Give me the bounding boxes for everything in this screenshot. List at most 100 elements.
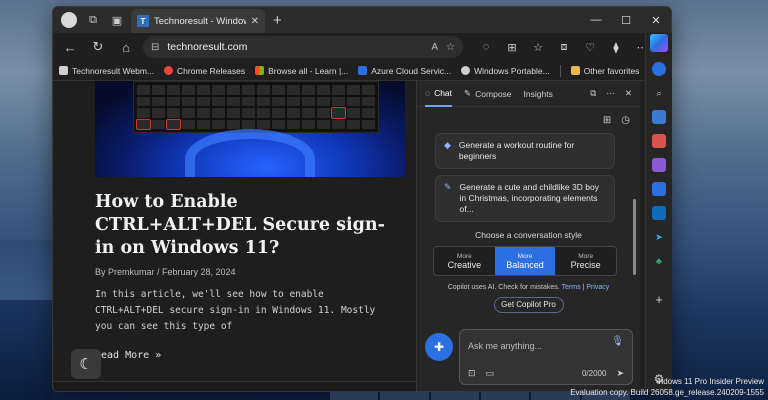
back-button[interactable]: ← (59, 36, 81, 58)
edge-sidebar: ⌕ ➤ ♣ + ⚙ (645, 32, 672, 392)
tab-chat[interactable]: ◌ Chat (425, 81, 453, 107)
new-topic-button[interactable]: ✚ (425, 333, 453, 361)
article-preview: How to Enable CTRL+ALT+DEL Secure sign-i… (95, 191, 395, 361)
copilot-icon[interactable] (650, 34, 668, 52)
url-text: technoresult.com (167, 41, 248, 53)
search-icon[interactable]: ⌕ (652, 86, 666, 100)
compose-icon: ✎ (464, 88, 472, 98)
site-info-icon[interactable]: ⊟ (151, 42, 159, 53)
collections-icon[interactable]: ⧈ (553, 36, 575, 58)
home-button[interactable]: ⌂ (115, 36, 137, 58)
tab-close-icon[interactable]: ✕ (251, 16, 259, 27)
chat-icon: ◌ (425, 87, 431, 98)
conversation-style-selector: More Creative More Balanced More Precise (433, 246, 617, 277)
favorite-item[interactable]: Chrome Releases (164, 66, 245, 76)
active-tab[interactable]: T Technoresult - Windows-HowTo ✕ (131, 9, 265, 33)
workspaces-icon[interactable]: ⧉ (83, 10, 103, 30)
close-panel-icon[interactable]: ✕ (625, 88, 632, 99)
maximize-button[interactable]: ☐ (611, 7, 641, 33)
chat-input-placeholder: Ask me anything... (468, 341, 543, 351)
address-bar[interactable]: ⊟ technoresult.com A ☆ (143, 36, 463, 58)
page-icon (461, 66, 471, 75)
conversation-style-title: Choose a conversation style (475, 230, 582, 241)
outlook-icon[interactable] (652, 206, 666, 220)
microphone-icon[interactable]: 🎙 (611, 336, 624, 347)
style-precise-button[interactable]: More Precise (555, 247, 616, 275)
browser-essentials-icon[interactable]: ◌ (475, 36, 497, 58)
tab-insights[interactable]: Insights (524, 89, 553, 99)
plugins-icon[interactable]: ⊞ (603, 115, 611, 126)
article-excerpt: In this article, we'll see how to enable… (95, 289, 376, 332)
desktop-wallpaper-mountain (0, 240, 52, 300)
other-favorites[interactable]: Other favorites (570, 66, 639, 76)
keyboard-image (133, 81, 379, 133)
style-creative-button[interactable]: More Creative (434, 247, 495, 275)
tools-icon[interactable] (652, 134, 666, 148)
games-icon[interactable] (652, 158, 666, 172)
favorites-bar: Technoresult Webm... Chrome Releases Bro… (53, 61, 671, 81)
folder-icon (570, 66, 580, 75)
close-window-button[interactable]: ✕ (641, 7, 671, 33)
web-page: How to Enable CTRL+ALT+DEL Secure sign-i… (53, 81, 416, 391)
privacy-link[interactable]: Privacy (586, 284, 609, 291)
telegram-icon[interactable]: ➤ (652, 230, 666, 244)
add-favorite-star-icon[interactable]: ☆ (446, 42, 455, 53)
history-icon[interactable]: ◷ (621, 115, 630, 126)
shopping-tag-icon[interactable] (652, 110, 666, 124)
tab-actions-icon[interactable]: ▣ (107, 10, 127, 30)
dark-mode-toggle-moon-icon[interactable]: ☾ (71, 349, 101, 379)
browser-window: ⧉ ▣ T Technoresult - Windows-HowTo ✕ + —… (52, 6, 672, 392)
article-title[interactable]: How to Enable CTRL+ALT+DEL Secure sign-i… (95, 191, 395, 259)
windows-evaluation-watermark: indows 11 Pro Insider Preview Evaluation… (570, 377, 764, 397)
copilot-subtoolbar: ⊞ ◷ (417, 107, 640, 133)
favorites-icon[interactable]: ☆ (527, 36, 549, 58)
article-hero-image (95, 81, 405, 177)
new-tab-button[interactable]: + (273, 12, 282, 29)
tab-compose[interactable]: ✎ Compose (464, 88, 512, 99)
style-balanced-button[interactable]: More Balanced (494, 247, 556, 276)
add-sidebar-app-icon[interactable]: + (655, 292, 663, 307)
copilot-header: ◌ Chat ✎ Compose Insights ⧉ ⋯ ✕ (417, 81, 640, 107)
get-copilot-pro-button[interactable]: Get Copilot Pro (493, 297, 564, 314)
panel-scrollbar[interactable] (633, 199, 636, 275)
performance-icon[interactable]: ♡ (579, 36, 601, 58)
more-options-icon[interactable]: ⋯ (606, 88, 615, 99)
suggestion-card[interactable]: ✎ Generate a cute and childlike 3D boy i… (435, 175, 615, 223)
title-bar: ⧉ ▣ T Technoresult - Windows-HowTo ✕ + —… (53, 7, 671, 33)
refresh-button[interactable]: ↻ (87, 36, 109, 58)
ai-disclaimer: Copilot uses AI. Check for mistakes. Ter… (447, 284, 610, 292)
extensions-icon[interactable]: ⧫ (605, 36, 627, 58)
chrome-icon (164, 66, 174, 75)
suggestion-card[interactable]: ◆ Generate a workout routine for beginne… (435, 133, 615, 170)
tree-icon[interactable]: ♣ (652, 254, 666, 268)
read-aloud-icon[interactable]: A (431, 42, 438, 53)
tab-title: Technoresult - Windows-HowTo (154, 15, 246, 27)
desktop-wallpaper-lake (0, 300, 52, 400)
profile-avatar[interactable] (59, 10, 79, 30)
terms-link[interactable]: Terms (562, 284, 581, 291)
browser-content: How to Enable CTRL+ALT+DEL Secure sign-i… (53, 81, 671, 391)
azure-icon (358, 66, 368, 75)
image-create-icon: ✎ (444, 182, 452, 193)
screenshot-icon[interactable]: ▭ (486, 368, 495, 379)
sparkle-icon: ◆ (444, 140, 451, 150)
copilot-panel: ◌ Chat ✎ Compose Insights ⧉ ⋯ ✕ ⊞ ◷ ◆ Gene… (416, 81, 640, 391)
open-in-new-tab-icon[interactable]: ⧉ (590, 88, 596, 99)
microsoft-365-icon[interactable] (652, 182, 666, 196)
article-meta: By Premkumar / February 28, 2024 (95, 267, 236, 278)
windows-bloom-graphic (185, 129, 315, 177)
favorites-divider (559, 64, 561, 77)
favorite-item[interactable]: Browse all - Learn |... (255, 66, 348, 76)
favorite-item[interactable]: Technoresult Webm... (59, 66, 154, 76)
microsoft-icon (255, 66, 265, 75)
split-screen-icon[interactable]: ⊞ (501, 36, 523, 58)
visual-search-icon[interactable]: ⊡ (468, 368, 476, 379)
favorite-item[interactable]: Azure Cloud Servic... (358, 66, 451, 76)
minimize-button[interactable]: — (581, 7, 611, 33)
toolbar-icons: ◌ ⊞ ☆ ⧈ ♡ ⧫ ⋯ (475, 36, 653, 58)
read-more-link[interactable]: Read More » (95, 350, 395, 361)
notifications-icon[interactable] (652, 62, 666, 76)
navigation-toolbar: ← ↻ ⌂ ⊟ technoresult.com A ☆ ◌ ⊞ ☆ ⧈ ♡ ⧫… (53, 33, 671, 61)
site-favicon-icon: T (137, 15, 149, 27)
favorite-item[interactable]: Windows Portable... (461, 66, 550, 76)
